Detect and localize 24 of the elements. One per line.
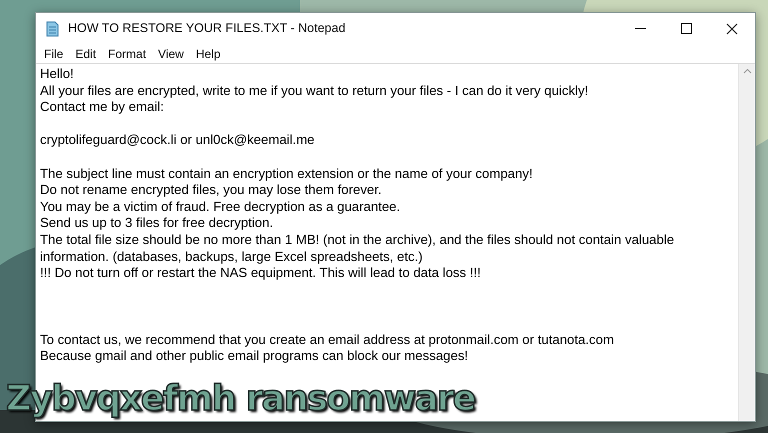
caret-icon bbox=[742, 68, 752, 74]
text-line: All your files are encrypted, write to me if you want to return your files - I can do it very quickly! bbox=[40, 82, 590, 100]
text-line: Because gmail and other public email programs can block our messages! bbox=[40, 348, 470, 365]
text-line: The subject line must contain an encryption extension or the name of your company! bbox=[40, 166, 534, 182]
notepad-icon bbox=[44, 20, 60, 36]
text-line: information. (databases, backups, large Excel spreadsheets, etc.) bbox=[40, 248, 424, 266]
text-line: Hello! bbox=[40, 66, 75, 83]
text-line: cryptolifeguard@cock.li or unl0ck@keemail.me bbox=[40, 132, 316, 149]
menu-item[interactable]: Format bbox=[102, 44, 152, 62]
menu-item[interactable]: Edit bbox=[69, 44, 102, 62]
scrollbar[interactable] bbox=[738, 64, 755, 421]
text-line: Contact me by email: bbox=[40, 99, 165, 116]
menu-item[interactable]: View bbox=[152, 44, 190, 62]
text-line: To contact us, we recommend that you create an email address at protonmail.com or tutanota.com bbox=[40, 332, 615, 348]
text-line: You may be a victim of fraud. Free decryption as a guarantee. bbox=[40, 198, 402, 216]
menu-item[interactable]: Help bbox=[190, 44, 227, 62]
text-line: The total file size should be no more than 1 MB! (not in the archive), and the files should not contain valuable bbox=[40, 232, 676, 249]
window-title: HOW TO RESTORE YOUR FILES.TXT - Notepad bbox=[68, 20, 346, 38]
close-icon bbox=[726, 22, 738, 34]
menu-item[interactable]: File bbox=[38, 44, 70, 62]
text-line: Do not rename encrypted files, you may lose them forever. bbox=[40, 182, 383, 199]
text-line: Send us up to 3 files for free decryption. bbox=[40, 215, 274, 232]
maximize-icon bbox=[680, 23, 692, 34]
text-line: !!! Do not turn off or restart the NAS equipment. This will lead to data loss !!! bbox=[40, 265, 482, 282]
